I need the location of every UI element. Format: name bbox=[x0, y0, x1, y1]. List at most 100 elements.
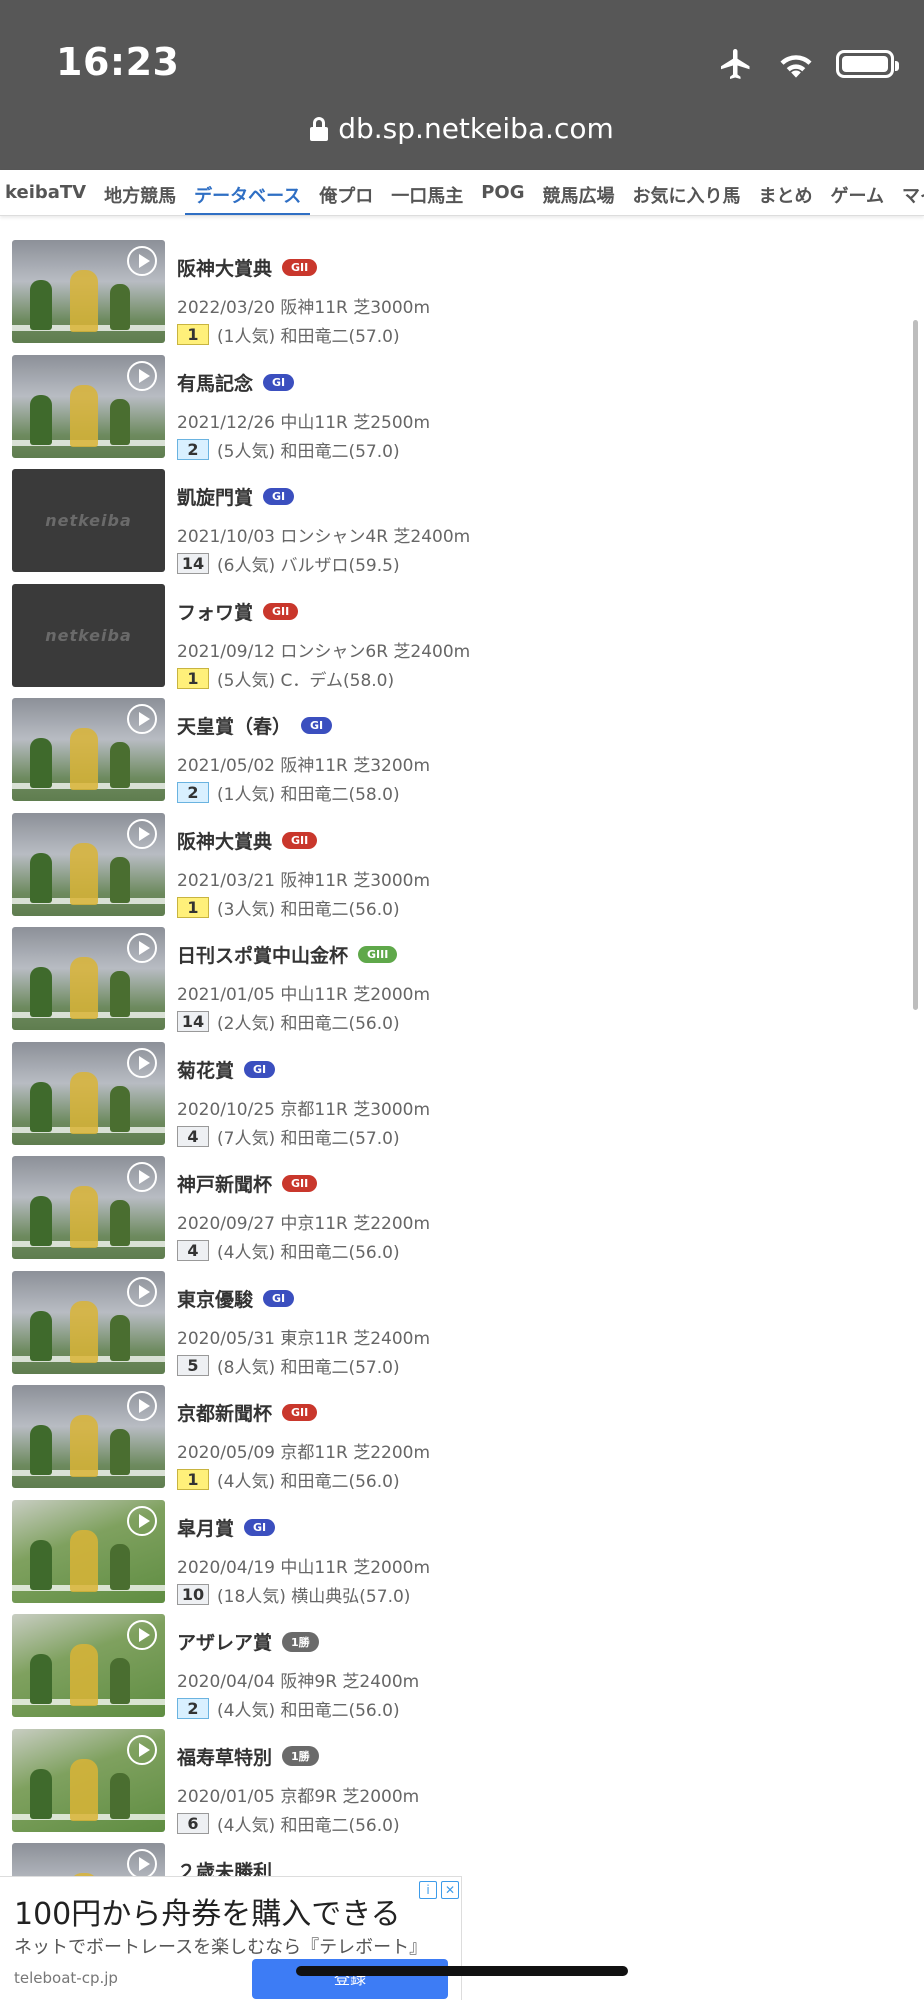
grade-badge: GI bbox=[301, 717, 333, 734]
race-row[interactable]: 日刊スポ賞中山金杯 GIII 2021/01/05 中山11R 芝2000m 14 (2… bbox=[12, 927, 892, 1042]
race-thumbnail[interactable] bbox=[12, 354, 165, 458]
nav-tab[interactable]: 競馬広場 bbox=[534, 170, 624, 215]
race-name[interactable]: 東京優駿 bbox=[177, 1285, 253, 1312]
race-row[interactable]: 福寿草特別 1勝 2020/01/05 京都9R 芝2000m 6 (4人気) 和田竜二… bbox=[12, 1728, 892, 1844]
race-row[interactable]: 東京優駿 GI 2020/05/31 東京11R 芝2400m 5 (8人気) 和田竜二… bbox=[12, 1270, 892, 1386]
nav-tab[interactable]: 俺プロ bbox=[310, 170, 382, 215]
race-thumbnail[interactable] bbox=[12, 1385, 165, 1488]
race-row[interactable]: netkeiba 凱旋門賞 GI 2021/10/03 ロンシャン4R 芝2400m 1… bbox=[12, 469, 892, 584]
play-icon[interactable] bbox=[127, 704, 157, 734]
ad-info-icon[interactable]: i bbox=[419, 1881, 437, 1899]
ad-register-button[interactable]: 登録 bbox=[252, 1959, 448, 1999]
race-info: アザレア賞 1勝 2020/04/04 阪神9R 芝2400m 2 (4人気) 和田竜二… bbox=[177, 1614, 419, 1721]
race-name[interactable]: 凱旋門賞 bbox=[177, 483, 253, 510]
nav-tab[interactable]: マイペー bbox=[893, 170, 924, 215]
ad-url: teleboat-cp.jp bbox=[14, 1969, 118, 1987]
finish-rank-badge: 2 bbox=[177, 782, 209, 803]
ad-controls: i ✕ bbox=[419, 1881, 459, 1899]
race-name[interactable]: アザレア賞 bbox=[177, 1628, 272, 1655]
race-thumbnail[interactable] bbox=[12, 927, 165, 1030]
play-icon[interactable] bbox=[127, 1047, 157, 1078]
nav-tab[interactable]: 一口馬主 bbox=[382, 170, 472, 215]
nav-tab[interactable]: まとめ bbox=[750, 170, 822, 215]
grade-badge: GIII bbox=[358, 946, 398, 963]
race-row[interactable]: 菊花賞 GI 2020/10/25 京都11R 芝3000m 4 (7人気) 和田竜二(… bbox=[12, 1041, 892, 1157]
play-icon[interactable] bbox=[127, 360, 157, 391]
race-result: 2 (1人気) 和田竜二(58.0) bbox=[177, 780, 430, 805]
race-thumbnail[interactable]: netkeiba bbox=[12, 469, 165, 572]
race-thumbnail[interactable] bbox=[12, 812, 165, 916]
race-thumbnail[interactable] bbox=[12, 1499, 165, 1603]
play-icon[interactable] bbox=[127, 818, 157, 849]
race-row[interactable]: 有馬記念 GI 2021/12/26 中山11R 芝2500m 2 (5人気) 和田竜二… bbox=[12, 354, 892, 470]
race-name[interactable]: 神戸新聞杯 bbox=[177, 1170, 272, 1197]
race-row[interactable]: 阪神大賞典 GII 2022/03/20 阪神11R 芝3000m 1 (1人気) 和田… bbox=[12, 240, 892, 355]
race-row[interactable]: 天皇賞（春） GI 2021/05/02 阪神11R 芝3200m 2 (1人気) 和田… bbox=[12, 698, 892, 813]
ad-title[interactable]: 100円から舟券を購入できる bbox=[14, 1889, 401, 1933]
grade-badge: GI bbox=[244, 1518, 276, 1536]
race-thumbnail[interactable] bbox=[12, 240, 165, 343]
nav-tab[interactable]: お気に入り馬 bbox=[624, 170, 750, 215]
lock-icon bbox=[310, 116, 329, 141]
url-bar[interactable]: db.sp.netkeiba.com bbox=[0, 112, 924, 145]
grade-badge: GII bbox=[282, 259, 318, 276]
race-date-course: 2021/09/12 ロンシャン6R 芝2400m bbox=[177, 641, 471, 662]
popularity-jockey-weight: (1人気) 和田竜二(57.0) bbox=[217, 327, 400, 347]
play-icon[interactable] bbox=[127, 1505, 157, 1536]
race-row[interactable]: 京都新聞杯 GII 2020/05/09 京都11R 芝2200m 1 (4人気) 和田… bbox=[12, 1385, 892, 1500]
race-result: 1 (1人気) 和田竜二(57.0) bbox=[177, 322, 430, 347]
nav-tab[interactable]: ゲーム bbox=[822, 170, 893, 215]
race-date-course: 2020/05/09 京都11R 芝2200m bbox=[177, 1443, 431, 1463]
race-row[interactable]: netkeiba フォワ賞 GII 2021/09/12 ロンシャン6R 芝2400m… bbox=[12, 583, 892, 699]
race-result: 2 (5人気) 和田竜二(57.0) bbox=[177, 437, 430, 462]
race-name[interactable]: 阪神大賞典 bbox=[177, 827, 272, 854]
nav-tab[interactable]: 地方競馬 bbox=[95, 170, 185, 215]
race-thumbnail[interactable] bbox=[12, 1041, 165, 1145]
play-icon[interactable] bbox=[127, 1391, 157, 1421]
ad-subtitle: ネットでボートレースを楽しむなら『テレボート』 bbox=[14, 1937, 428, 1958]
race-name[interactable]: 阪神大賞典 bbox=[177, 254, 272, 281]
race-name[interactable]: 福寿草特別 bbox=[177, 1743, 272, 1770]
race-info: 神戸新聞杯 GII 2020/09/27 中京11R 芝2200m 4 (4人気) 和田… bbox=[177, 1156, 430, 1263]
race-info: 阪神大賞典 GII 2021/03/21 阪神11R 芝3000m 1 (3人気) 和田… bbox=[177, 813, 430, 920]
nav-tab[interactable]: keibaTV bbox=[0, 170, 95, 215]
play-icon[interactable] bbox=[127, 1162, 157, 1192]
play-icon[interactable] bbox=[127, 1620, 157, 1650]
race-name[interactable]: フォワ賞 bbox=[177, 598, 253, 625]
play-icon[interactable] bbox=[127, 1849, 157, 1879]
race-name[interactable]: 菊花賞 bbox=[177, 1056, 234, 1083]
grade-badge: GII bbox=[282, 1404, 318, 1421]
race-date-course: 2020/10/25 京都11R 芝3000m bbox=[177, 1099, 431, 1120]
race-name[interactable]: 有馬記念 bbox=[177, 369, 253, 396]
race-info: 福寿草特別 1勝 2020/01/05 京都9R 芝2000m 6 (4人気) 和田竜二… bbox=[177, 1729, 419, 1836]
finish-rank-badge: 2 bbox=[177, 438, 209, 460]
race-row[interactable]: 皐月賞 GI 2020/04/19 中山11R 芝2000m 10 (18人気) 横山典… bbox=[12, 1499, 892, 1615]
netkeiba-logo-placeholder: netkeiba bbox=[45, 625, 132, 645]
race-row[interactable]: 阪神大賞典 GII 2021/03/21 阪神11R 芝3000m 1 (3人気) 和田… bbox=[12, 812, 892, 928]
ad-banner[interactable]: 100円から舟券を購入できる ネットでボートレースを楽しむなら『テレボート』 t… bbox=[0, 1876, 462, 2000]
race-name[interactable]: 日刊スポ賞中山金杯 bbox=[177, 941, 348, 968]
race-row[interactable]: アザレア賞 1勝 2020/04/04 阪神9R 芝2400m 2 (4人気) 和田竜二… bbox=[12, 1614, 892, 1729]
play-icon[interactable] bbox=[127, 1276, 157, 1307]
race-thumbnail[interactable] bbox=[12, 1270, 165, 1374]
close-icon[interactable]: ✕ bbox=[441, 1881, 459, 1899]
race-name[interactable]: 京都新聞杯 bbox=[177, 1399, 272, 1426]
site-nav-tabs: keibaTV 地方競馬 データベース 俺プロ 一口馬主 POG 競馬広場 お気に入り馬 まとめ… bbox=[0, 170, 924, 216]
nav-tab[interactable]: POG bbox=[472, 170, 533, 215]
play-icon[interactable] bbox=[127, 1734, 157, 1765]
race-row[interactable]: 神戸新聞杯 GII 2020/09/27 中京11R 芝2200m 4 (4人気) 和田… bbox=[12, 1156, 892, 1271]
nav-tab[interactable]: データベース bbox=[185, 170, 311, 215]
grade-badge: GII bbox=[263, 602, 299, 620]
race-name[interactable]: 皐月賞 bbox=[177, 1514, 234, 1541]
finish-rank-badge: 14 bbox=[177, 553, 209, 574]
scrollbar[interactable] bbox=[913, 320, 918, 1010]
race-thumbnail[interactable] bbox=[12, 698, 165, 801]
play-icon[interactable] bbox=[127, 246, 157, 276]
race-thumbnail[interactable] bbox=[12, 1156, 165, 1259]
race-name[interactable]: 天皇賞（春） bbox=[177, 712, 291, 739]
race-thumbnail[interactable]: netkeiba bbox=[12, 583, 165, 687]
race-thumbnail[interactable] bbox=[12, 1728, 165, 1832]
play-icon[interactable] bbox=[127, 933, 157, 963]
race-thumbnail[interactable] bbox=[12, 1614, 165, 1717]
race-result: 10 (18人気) 横山典弘(57.0) bbox=[177, 1582, 430, 1607]
